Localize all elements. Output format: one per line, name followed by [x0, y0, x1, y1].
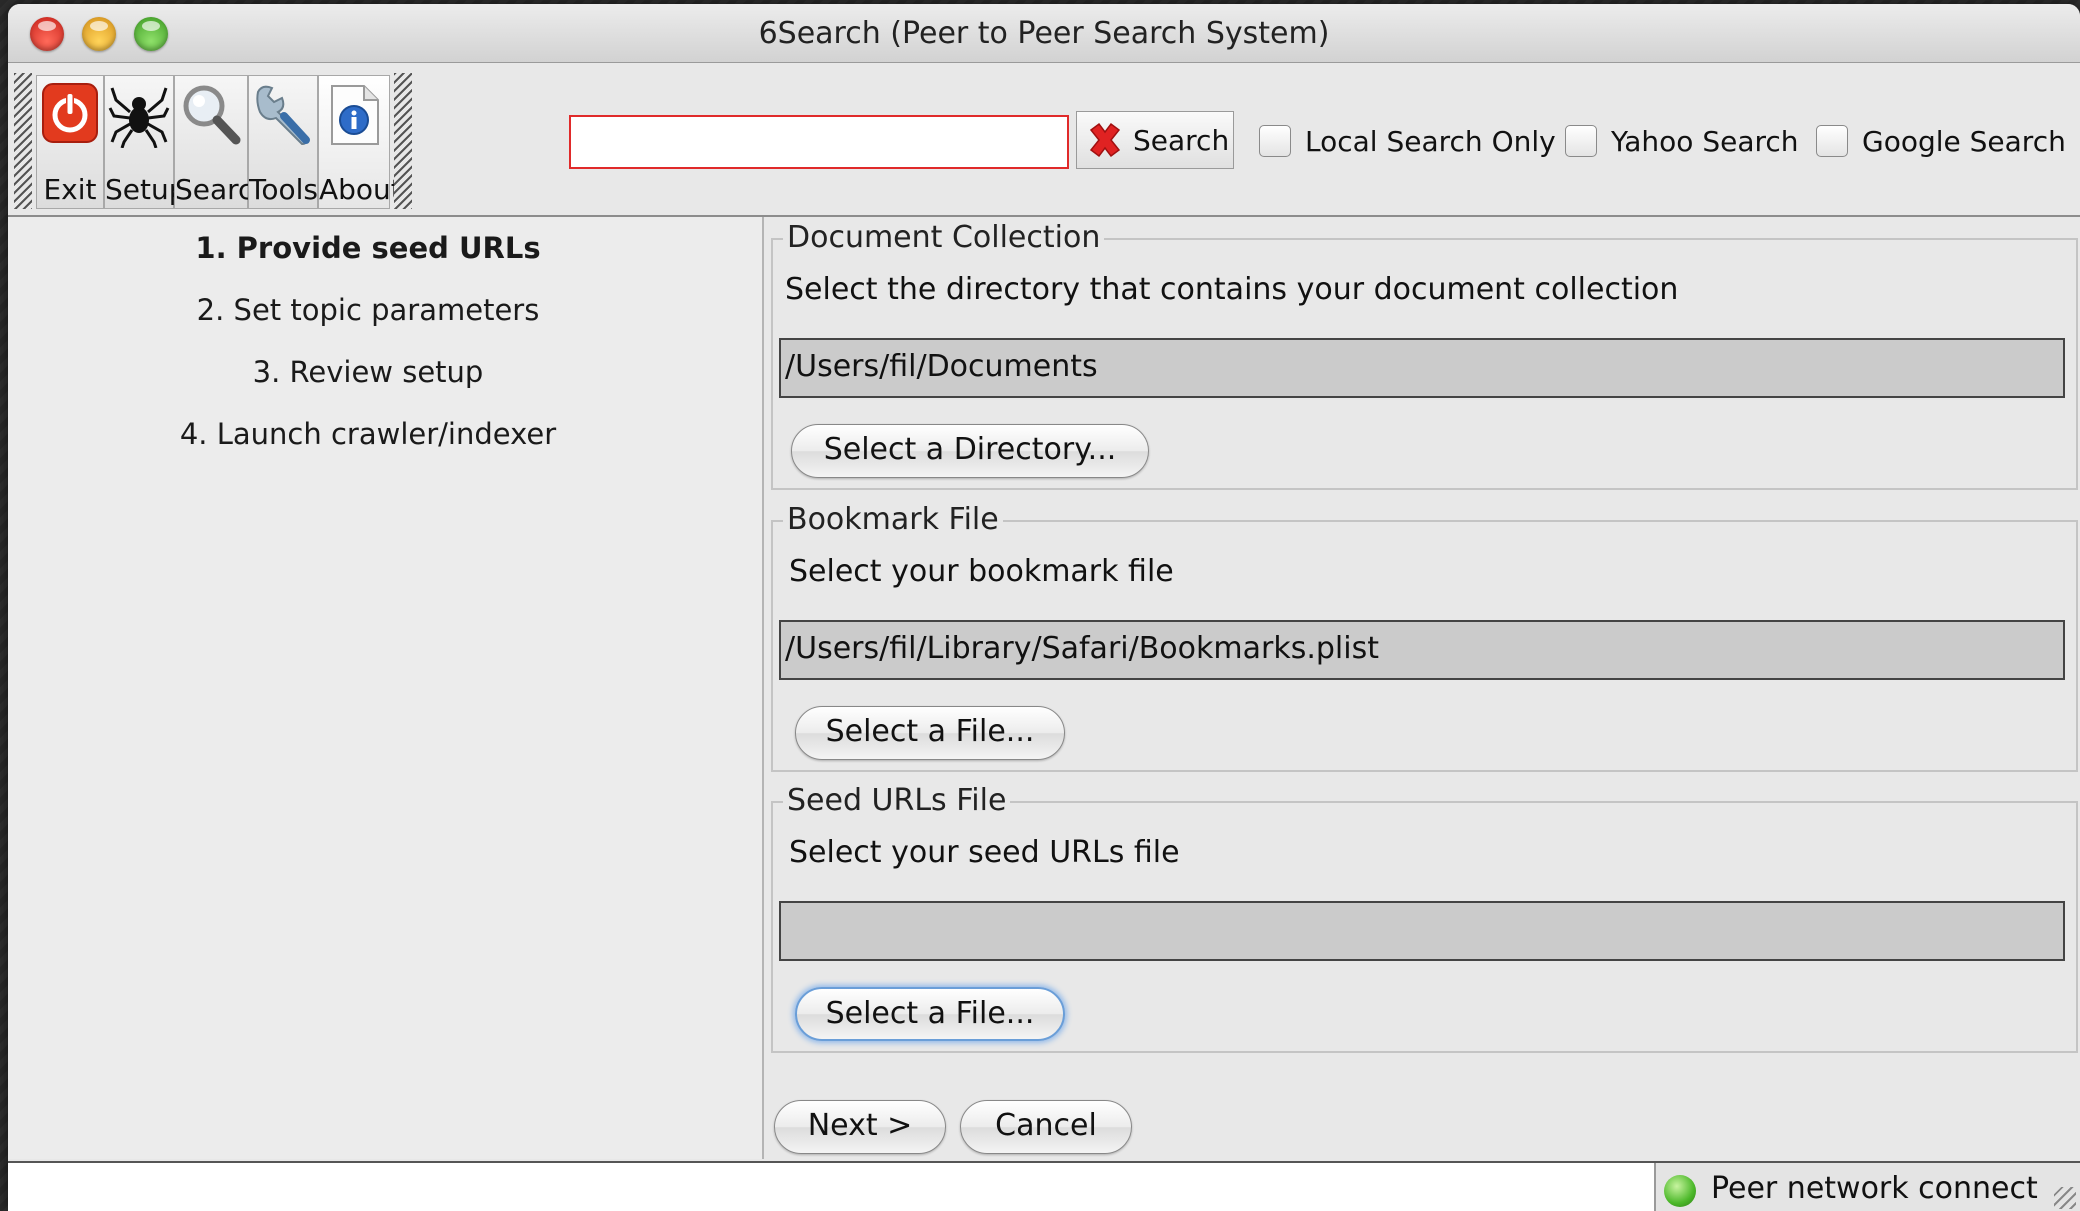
yahoo-search-checkbox[interactable]: Yahoo Search [1565, 121, 1799, 161]
toolbar-grip-left[interactable] [14, 73, 32, 209]
status-message-area [8, 1163, 1656, 1211]
bookmark-file-description: Select your bookmark file [789, 554, 1174, 589]
bookmark-file-path-field[interactable]: /Users/fil/Library/Safari/Bookmarks.plis… [779, 620, 2065, 680]
google-search-checkbox[interactable]: Google Search [1816, 121, 2066, 161]
tools-button[interactable]: Tools [248, 75, 318, 209]
setup-button[interactable]: Setup [104, 75, 187, 209]
status-bar: Peer network connect [8, 1161, 2080, 1211]
search-input[interactable] [569, 115, 1069, 169]
select-directory-button[interactable]: Select a Directory... [791, 424, 1149, 478]
seed-urls-file-description: Select your seed URLs file [789, 835, 1180, 870]
wrench-icon [252, 82, 314, 155]
toolbar: Exit Setup Search Tools About Search Loc… [8, 63, 2080, 217]
select-seed-urls-file-button[interactable]: Select a File... [795, 987, 1065, 1041]
document-collection-path-field[interactable]: /Users/fil/Documents [779, 338, 2065, 398]
magnifier-icon [180, 82, 242, 155]
app-window: 6Search (Peer to Peer Search System) Exi… [8, 4, 2080, 1211]
seed-urls-file-path-field[interactable] [779, 901, 2065, 961]
local-search-label: Local Search Only [1305, 124, 1556, 158]
spider-icon [108, 82, 170, 155]
search-tool-label: Search [175, 173, 272, 206]
google-search-label: Google Search [1862, 124, 2066, 158]
red-x-icon [1089, 122, 1121, 158]
bookmark-file-group: Bookmark File Select your bookmark file … [771, 502, 2078, 772]
document-collection-legend: Document Collection [783, 220, 1105, 255]
wizard-steps-panel: 1. Provide seed URLs 2. Set topic parame… [8, 217, 764, 1159]
exit-button[interactable]: Exit [36, 75, 104, 209]
title-bar: 6Search (Peer to Peer Search System) [8, 4, 2080, 63]
local-search-checkbox[interactable]: Local Search Only [1259, 121, 1556, 161]
window-resize-grip[interactable] [2054, 1187, 2076, 1209]
yahoo-search-label: Yahoo Search [1611, 124, 1799, 158]
setup-label: Setup [105, 173, 187, 206]
about-label: About [319, 173, 402, 206]
document-collection-group: Document Collection Select the directory… [771, 220, 2078, 490]
select-bookmark-file-button[interactable]: Select a File... [795, 706, 1065, 760]
toolbar-grip-right[interactable] [394, 73, 412, 209]
next-button[interactable]: Next > [774, 1100, 946, 1154]
yahoo-search-checkbox-box[interactable] [1565, 125, 1597, 157]
search-tool-button[interactable]: Search [174, 75, 272, 209]
bookmark-file-legend: Bookmark File [783, 502, 1003, 537]
step-provide-seed-urls: 1. Provide seed URLs [195, 231, 541, 265]
step-review-setup: 3. Review setup [252, 355, 484, 389]
window-title: 6Search (Peer to Peer Search System) [758, 16, 1330, 51]
power-icon [41, 82, 99, 151]
step-set-topic-parameters: 2. Set topic parameters [196, 293, 540, 327]
search-button-label: Search [1133, 123, 1230, 157]
document-collection-description: Select the directory that contains your … [785, 272, 1679, 307]
connection-status-icon [1664, 1175, 1696, 1207]
exit-label: Exit [43, 173, 97, 206]
search-button[interactable]: Search [1076, 111, 1234, 169]
seed-urls-file-legend: Seed URLs File [783, 783, 1011, 818]
info-document-icon [326, 82, 382, 155]
seed-urls-file-group: Seed URLs File Select your seed URLs fil… [771, 783, 2078, 1053]
tools-label: Tools [249, 173, 318, 206]
step-launch-crawler: 4. Launch crawler/indexer [179, 417, 557, 451]
cancel-button[interactable]: Cancel [960, 1100, 1132, 1154]
local-search-checkbox-box[interactable] [1259, 125, 1291, 157]
about-button[interactable]: About [318, 75, 402, 209]
google-search-checkbox-box[interactable] [1816, 125, 1848, 157]
connection-status-text: Peer network connect [1711, 1171, 2038, 1206]
